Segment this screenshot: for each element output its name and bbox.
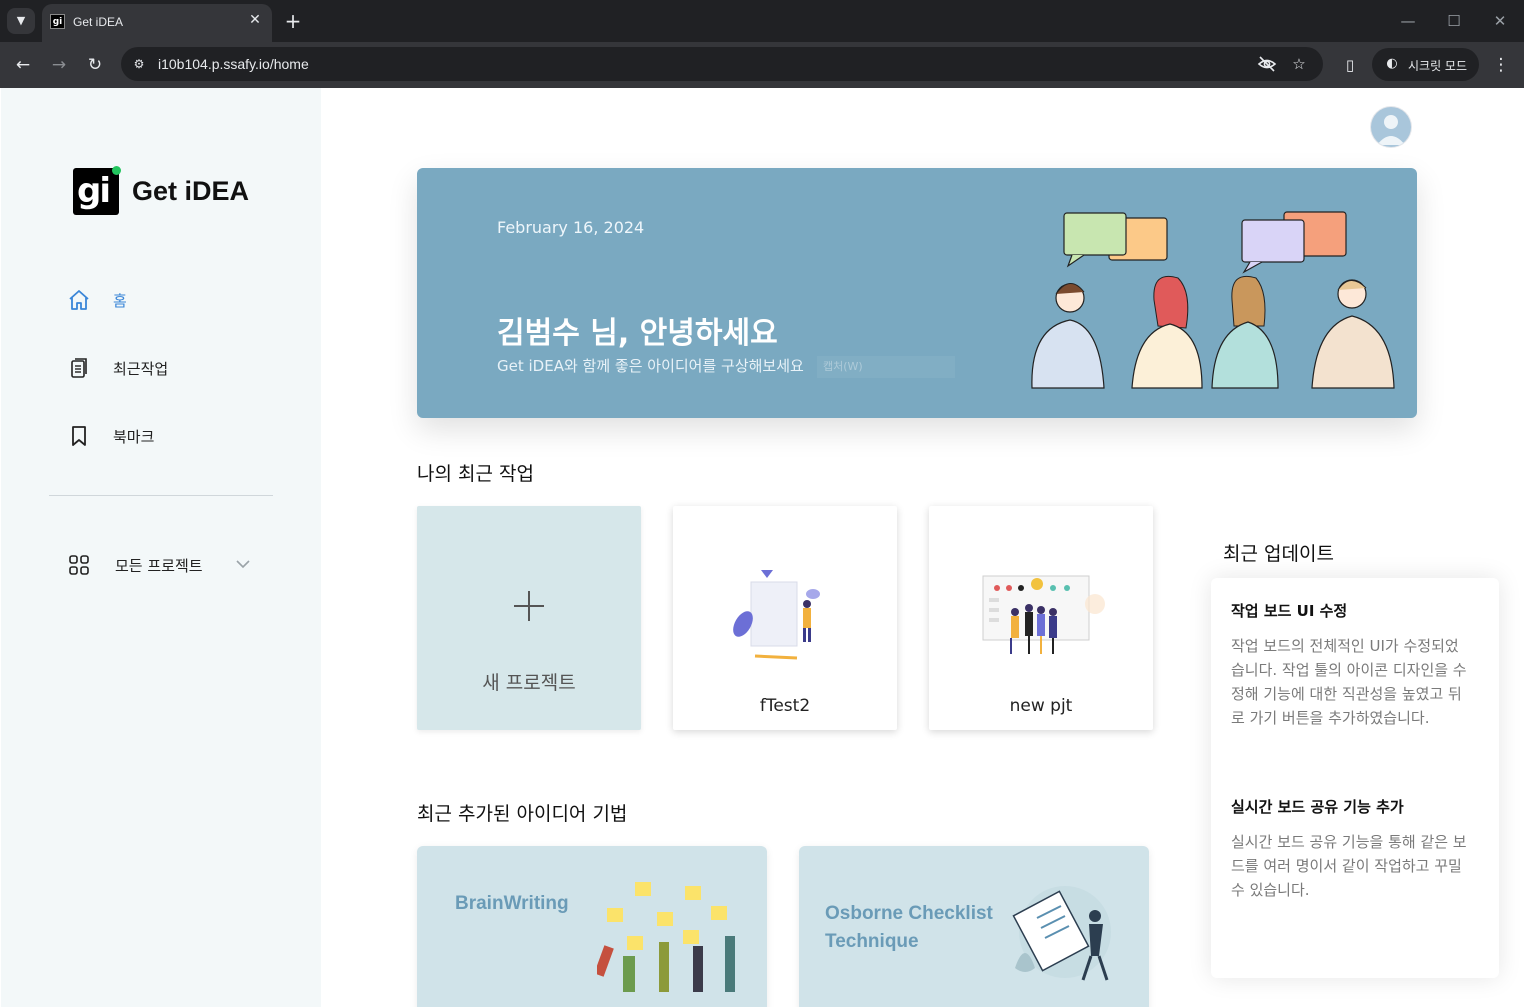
minimize-icon[interactable]: — [1390,8,1426,34]
bookmark-icon [72,426,86,446]
new-project-card[interactable]: 새 프로젝트 [417,506,641,730]
sticky-notes-illustration [597,882,735,992]
sidebar: gi Get iDEA 홈 최근작업 북마크 모든 프로젝트 [1,88,321,1007]
update-item-body: 작업 보드의 전체적인 UI가 수정되었습니다. 작업 툴의 아이콘 디자인을 … [1231,637,1467,727]
banner-subtitle: Get iDEA와 함께 좋은 아이디어를 구상해보세요 [497,357,804,375]
technique-name: Osborne Checklist Technique [825,903,993,952]
user-icon [1377,115,1405,145]
banner-date: February 16, 2024 [497,218,645,237]
star-icon[interactable]: ☆ [1289,54,1309,74]
logo-dot [112,166,121,175]
checklist-illustration [1012,886,1111,981]
all-projects-toggle[interactable]: 모든 프로젝트 [67,550,257,580]
technique-name: BrainWriting [455,893,569,914]
project-name: new pjt [1009,696,1073,716]
forward-icon[interactable]: → [45,51,73,79]
recent-work-title: 나의 최근 작업 [417,463,534,485]
url-text[interactable]: i10b104.p.ssafy.io/home [158,56,309,72]
update-item-title: 실시간 보드 공유 기능 추가 [1231,798,1404,816]
technique-card-brainwriting[interactable]: BrainWriting [417,846,767,1007]
sidebar-item-label: 북마크 [113,428,155,446]
tab-search-button[interactable]: ▼ [7,8,35,34]
maximize-icon[interactable]: ☐ [1436,8,1472,34]
browser-menu-icon[interactable]: ⋮ [1490,51,1512,79]
side-panel-icon[interactable]: ▯ [1338,51,1362,79]
banner-greeting: 김범수 님, 안녕하세요 [497,316,778,351]
site-info-icon[interactable]: ⚙ [130,55,148,73]
banner-ghost-text: 캡처(W) [817,356,955,378]
technique-card-osborne[interactable]: Osborne Checklist Technique [799,846,1149,1007]
updates-title: 최근 업데이트 [1223,543,1334,565]
logo-mark[interactable]: gi [73,166,121,215]
new-tab-button[interactable]: + [280,8,306,34]
eye-off-icon[interactable] [1257,54,1277,74]
incognito-icon: ◐ [1386,56,1398,71]
incognito-label: 시크릿 모드 [1408,59,1468,73]
project-thumbnail-illustration [733,570,820,660]
tab-title: Get iDEA [73,15,124,29]
page: gi Get iDEA 홈 최근작업 북마크 모든 프로젝트 February … [1,88,1523,1007]
browser-toolbar: ← → ↻ ⚙ i10b104.p.ssafy.io/home ☆ ▯ ◐ 시크… [0,42,1524,88]
browser-tab-strip: ▼ gi Get iDEA ✕ + — ☐ ✕ [0,0,1524,42]
project-card[interactable]: fTest2 [673,506,897,730]
all-projects-label: 모든 프로젝트 [115,557,203,575]
sidebar-divider [49,495,273,496]
back-icon[interactable]: ← [9,51,37,79]
close-window-icon[interactable]: ✕ [1482,8,1518,34]
new-project-label: 새 프로젝트 [482,672,576,694]
sidebar-item-label: 홈 [113,292,127,310]
welcome-banner: February 16, 2024 김범수 님, 안녕하세요 Get iDEA와… [417,168,1417,418]
home-icon [69,290,89,310]
avatar[interactable] [1371,107,1411,147]
update-item-body: 실시간 보드 공유 기능을 통해 같은 보드를 여러 명이서 같이 작업하고 꾸… [1231,833,1467,899]
reload-icon[interactable]: ↻ [81,51,109,79]
project-name: fTest2 [759,696,811,716]
plus-icon [514,591,544,621]
chevron-down-icon[interactable] [233,554,253,574]
project-card[interactable]: new pjt [929,506,1153,730]
project-thumbnail-illustration [982,575,1105,654]
people-talking-illustration [1031,211,1395,389]
sidebar-item-label: 최근작업 [113,360,169,378]
update-item-title: 작업 보드 UI 수정 [1231,602,1348,620]
logo-mark-text: gi [77,171,111,211]
browser-tab[interactable]: gi Get iDEA ✕ [42,4,272,42]
close-tab-icon[interactable]: ✕ [246,11,264,29]
clipboard-icon [71,358,87,378]
techniques-title: 최근 추가된 아이디어 기법 [417,803,628,825]
incognito-indicator[interactable]: ◐ 시크릿 모드 [1372,48,1479,81]
address-bar[interactable]: ⚙ i10b104.p.ssafy.io/home ☆ [121,47,1323,81]
favicon-icon: gi [50,14,65,29]
updates-panel: 작업 보드 UI 수정 작업 보드의 전체적인 UI가 수정되었습니다. 작업 … [1211,578,1499,978]
grid-icon [69,555,89,575]
logo-text[interactable]: Get iDEA [132,176,249,207]
